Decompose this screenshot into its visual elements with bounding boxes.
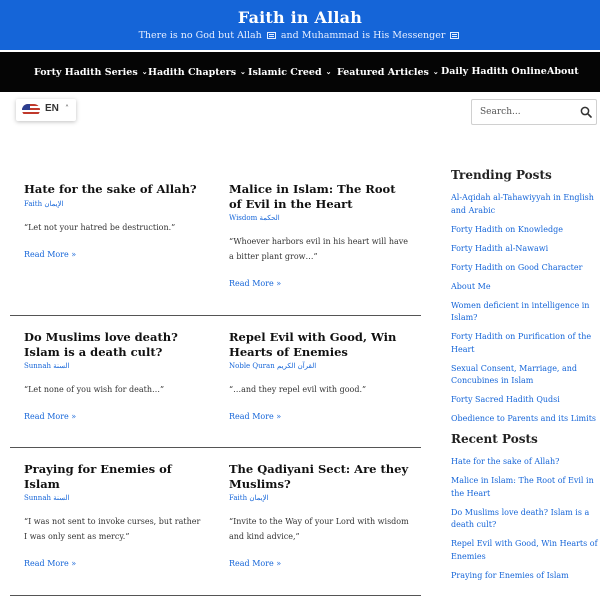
row-divider xyxy=(10,315,421,316)
main-navigation: Forty Hadith Series ⌄ Hadith Chapters ⌄ Is… xyxy=(0,52,600,92)
trending-post-link[interactable]: Sexual Consent, Marriage, and Concubines… xyxy=(451,363,598,388)
recent-posts-heading: Recent Posts xyxy=(451,432,538,446)
row-divider xyxy=(10,447,421,448)
nav-item-label: Hadith Chapters xyxy=(148,67,237,78)
nav-item-label: Islamic Creed xyxy=(248,67,322,78)
nav-item-label: About xyxy=(547,66,579,77)
us-flag-icon xyxy=(22,104,40,116)
read-more-link[interactable]: Read More » xyxy=(229,279,409,288)
post-category[interactable]: Faith الإيمان xyxy=(229,494,409,502)
post-title[interactable]: Praying for Enemies of Islam xyxy=(24,462,204,491)
search-icon[interactable] xyxy=(580,106,592,118)
language-code: EN xyxy=(45,103,59,114)
trending-post-link[interactable]: Al-Aqidah al-Tahawiyyah in English and A… xyxy=(451,192,598,217)
chevron-down-icon: ⌄ xyxy=(141,67,148,76)
post-title[interactable]: Hate for the sake of Allah? xyxy=(24,182,204,197)
trending-post-link[interactable]: Forty Hadith on Knowledge xyxy=(451,224,598,237)
post-card: Malice in Islam: The Root of Evil in the… xyxy=(229,182,409,288)
chevron-up-icon: ˄ xyxy=(65,104,69,113)
post-excerpt: “Whoever harbors evil in his heart will … xyxy=(229,237,409,261)
post-category[interactable]: Noble Quran القرآن الكريم xyxy=(229,362,409,370)
post-card: Praying for Enemies of Islam Sunnah السن… xyxy=(24,462,204,568)
trending-posts-heading: Trending Posts xyxy=(451,168,552,182)
nav-item-daily-hadith-online[interactable]: Daily Hadith Online xyxy=(441,52,547,92)
recent-post-link[interactable]: Praying for Enemies of Islam xyxy=(451,570,598,583)
read-more-link[interactable]: Read More » xyxy=(24,559,204,568)
post-title[interactable]: The Qadiyani Sect: Are they Muslims? xyxy=(229,462,409,491)
row-divider xyxy=(10,595,421,596)
trending-post-link[interactable]: Forty Hadith al-Nawawi xyxy=(451,243,598,256)
read-more-link[interactable]: Read More » xyxy=(229,412,409,421)
post-title[interactable]: Repel Evil with Good, Win Hearts of Enem… xyxy=(229,330,409,359)
chevron-down-icon: ⌄ xyxy=(240,67,246,76)
post-excerpt: “Invite to the Way of your Lord with wis… xyxy=(229,517,409,541)
post-excerpt: “Let none of you wish for death…” xyxy=(24,385,165,394)
post-card: The Qadiyani Sect: Are they Muslims? Fai… xyxy=(229,462,409,568)
nav-item-featured-articles[interactable]: Featured Articles ⌄ xyxy=(337,52,439,92)
post-title[interactable]: Do Muslims love death? Islam is a death … xyxy=(24,330,204,359)
tagline-text-end: and Muhammad is His Messenger xyxy=(280,30,446,41)
nav-item-label: Forty Hadith Series xyxy=(34,67,138,78)
chevron-down-icon: ⌄ xyxy=(325,67,332,76)
recent-post-link[interactable]: Repel Evil with Good, Win Hearts of Enem… xyxy=(451,538,598,563)
finger-pointing-icon xyxy=(266,32,276,39)
trending-post-link[interactable]: About Me xyxy=(451,281,598,294)
post-excerpt: “I was not sent to invoke curses, but ra… xyxy=(24,517,201,541)
tagline-text-start: There is no God but Allah xyxy=(138,30,262,41)
recent-post-link[interactable]: Malice in Islam: The Root of Evil in the… xyxy=(451,475,598,500)
post-card: Hate for the sake of Allah? Faith الإيما… xyxy=(24,182,204,259)
flag-icon xyxy=(450,32,460,39)
post-card: Repel Evil with Good, Win Hearts of Enem… xyxy=(229,330,409,421)
trending-post-link[interactable]: Obedience to Parents and its Limits xyxy=(451,413,598,426)
site-title[interactable]: Faith in Allah xyxy=(0,8,600,27)
post-category[interactable]: Sunnah السنة xyxy=(24,362,204,370)
trending-post-link[interactable]: Forty Hadith on Good Character xyxy=(451,262,598,275)
trending-post-link[interactable]: Forty Sacred Hadith Qudsi xyxy=(451,394,598,407)
post-excerpt: “Let not your hatred be destruction.” xyxy=(24,222,176,232)
read-more-link[interactable]: Read More » xyxy=(229,559,409,568)
recent-post-link[interactable]: Do Muslims love death? Islam is a death … xyxy=(451,507,598,532)
sidebar: Trending Posts Al-Aqidah al-Tahawiyyah i… xyxy=(451,168,598,589)
search-input[interactable] xyxy=(472,100,580,124)
post-category[interactable]: Sunnah السنة xyxy=(24,494,204,502)
chevron-down-icon: ⌄ xyxy=(432,67,439,76)
nav-item-forty-hadith-series[interactable]: Forty Hadith Series ⌄ xyxy=(34,52,148,92)
post-category[interactable]: Faith الإيمان xyxy=(24,200,204,208)
nav-item-islamic-creed[interactable]: Islamic Creed ⌄ xyxy=(248,52,331,92)
trending-post-link[interactable]: Women deficient in intelligence in Islam… xyxy=(451,300,598,325)
post-card: Do Muslims love death? Islam is a death … xyxy=(24,330,204,421)
nav-item-hadith-chapters[interactable]: Hadith Chapters ⌄ xyxy=(148,52,246,92)
nav-item-label: Featured Articles xyxy=(337,67,429,78)
nav-item-label: Daily Hadith Online xyxy=(441,66,547,77)
recent-post-link[interactable]: Hate for the sake of Allah? xyxy=(451,456,598,469)
read-more-link[interactable]: Read More » xyxy=(24,412,204,421)
post-category[interactable]: Wisdom الحكمة xyxy=(229,214,409,222)
trending-post-link[interactable]: Forty Hadith on Purification of the Hear… xyxy=(451,331,598,356)
post-title[interactable]: Malice in Islam: The Root of Evil in the… xyxy=(229,182,409,211)
site-header: Faith in Allah There is no God but Allah… xyxy=(0,0,600,50)
search-box xyxy=(471,99,597,125)
nav-item-about[interactable]: About xyxy=(547,52,579,92)
post-excerpt: “…and they repel evil with good.” xyxy=(229,385,367,394)
language-selector[interactable]: EN ˄ xyxy=(16,99,76,121)
site-tagline: There is no God but Allah and Muhammad i… xyxy=(0,30,600,41)
read-more-link[interactable]: Read More » xyxy=(24,250,204,259)
